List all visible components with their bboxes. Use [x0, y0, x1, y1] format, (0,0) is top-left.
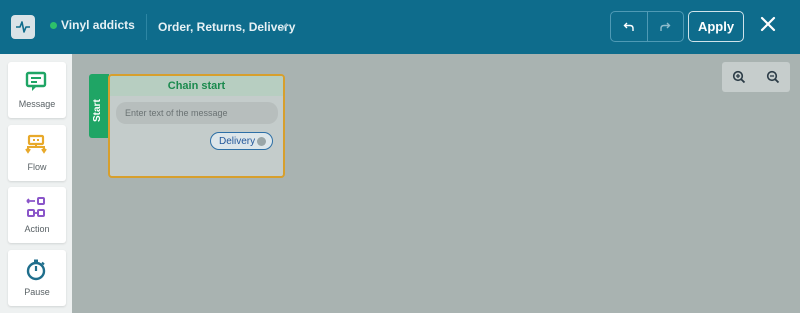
palette-item-label: Flow	[27, 162, 47, 172]
bot-name[interactable]: Vinyl addicts	[61, 18, 135, 32]
delivery-button[interactable]: Delivery	[210, 132, 273, 150]
header-divider	[146, 14, 147, 40]
app-logo-icon[interactable]	[11, 15, 35, 39]
message-text-input[interactable]: Enter text of the message	[116, 102, 278, 124]
delivery-button-label: Delivery	[219, 135, 256, 147]
undo-button[interactable]	[611, 12, 647, 41]
zoom-in-icon	[732, 70, 746, 84]
redo-button[interactable]	[646, 12, 683, 41]
close-button[interactable]	[757, 13, 779, 35]
top-bar: Vinyl addicts Order, Returns, Delivery A…	[0, 0, 800, 54]
zoom-out-button[interactable]	[756, 62, 790, 92]
chain-start-node[interactable]: Start Chain start Enter text of the mess…	[89, 74, 285, 178]
flow-icon	[25, 134, 47, 154]
redo-icon	[660, 22, 671, 31]
close-icon	[760, 16, 776, 32]
start-label: Start	[92, 99, 103, 122]
start-tab: Start	[89, 74, 109, 138]
undo-icon	[623, 22, 634, 31]
node-card[interactable]: Chain start Enter text of the message De…	[108, 74, 285, 178]
palette-item-label: Pause	[24, 287, 50, 297]
undo-redo-group	[610, 11, 684, 42]
connector-handle[interactable]	[257, 137, 266, 146]
flow-title[interactable]: Order, Returns, Delivery	[158, 20, 295, 34]
palette-item-label: Action	[24, 224, 50, 234]
message-icon	[25, 71, 47, 91]
zoom-out-icon	[766, 70, 780, 84]
palette-item-label: Message	[18, 99, 56, 109]
action-icon	[26, 197, 45, 217]
zoom-in-button[interactable]	[722, 62, 756, 92]
palette-item-message[interactable]: Message	[8, 62, 66, 118]
timer-icon	[26, 259, 46, 281]
palette-item-action[interactable]: Action	[8, 187, 66, 243]
element-palette: Message Flow Action Pause	[0, 54, 72, 313]
node-title: Chain start	[110, 76, 283, 96]
apply-button[interactable]: Apply	[688, 11, 744, 42]
pencil-icon[interactable]	[278, 20, 290, 32]
bot-status-dot	[50, 22, 57, 29]
palette-item-pause[interactable]: Pause	[8, 250, 66, 306]
palette-item-flow[interactable]: Flow	[8, 125, 66, 181]
zoom-controls	[722, 62, 790, 92]
